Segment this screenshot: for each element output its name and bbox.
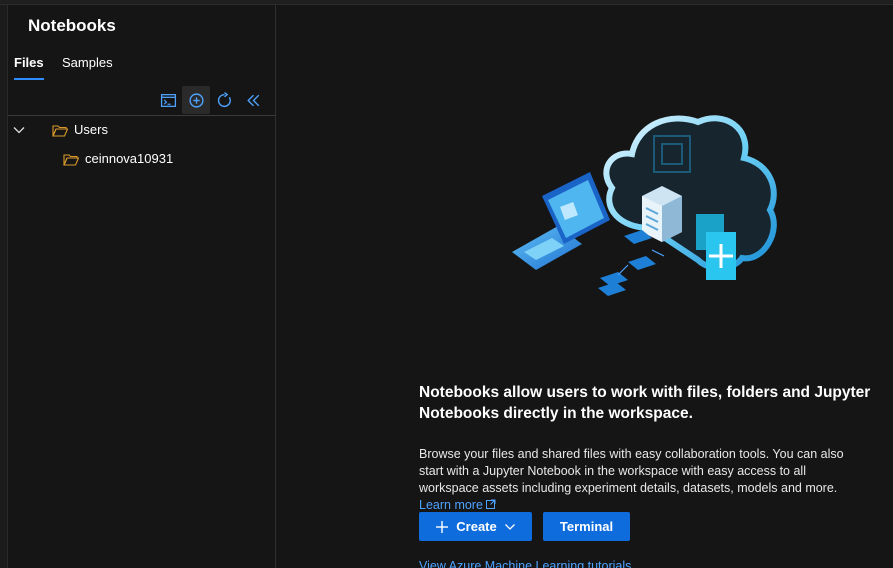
tree-item-users[interactable]: Users [8,117,276,143]
description-text: Browse your files and shared files with … [419,447,844,495]
add-icon [188,92,204,108]
learn-more-label: Learn more [419,498,483,512]
tab-samples[interactable]: Samples [62,54,113,86]
tree-item-label: ceinnova10931 [85,151,174,166]
external-link-icon [485,499,496,509]
chevron-down-icon[interactable] [12,123,26,137]
folder-icon [63,154,79,166]
left-rail [0,5,8,568]
open-terminal-button[interactable] [154,86,182,114]
create-button[interactable]: Create [419,512,532,541]
main-content: Notebooks allow users to work with files… [277,5,893,568]
sidebar-title: Notebooks [28,16,116,35]
collapse-sidebar-button[interactable] [239,86,267,114]
notebooks-sidebar: Notebooks Files Samples Users ceinnova10… [8,5,276,568]
tab-files[interactable]: Files [14,54,44,86]
cloud-notebook-illustration [512,115,777,296]
tutorials-link[interactable]: View Azure Machine Learning tutorials [419,559,631,568]
page-description: Browse your files and shared files with … [419,446,869,514]
terminal-button[interactable]: Terminal [543,512,630,541]
sidebar-tabs: Files Samples [8,54,276,86]
refresh-button[interactable] [210,86,238,114]
create-new-button[interactable] [182,86,210,114]
chevron-down-icon [504,523,515,530]
learn-more-link[interactable]: Learn more [419,498,496,512]
file-toolbar [8,85,276,116]
page-headline: Notebooks allow users to work with files… [419,384,871,422]
plus-icon [436,520,449,533]
refresh-icon [217,91,231,107]
create-label: Create [456,519,497,534]
terminal-icon [160,93,176,107]
terminal-label: Terminal [559,519,614,534]
tree-item-label: Users [74,122,108,137]
tree-item-user-folder[interactable]: ceinnova10931 [8,146,276,172]
double-chevron-left-icon [246,94,259,106]
folder-open-icon [52,125,68,137]
